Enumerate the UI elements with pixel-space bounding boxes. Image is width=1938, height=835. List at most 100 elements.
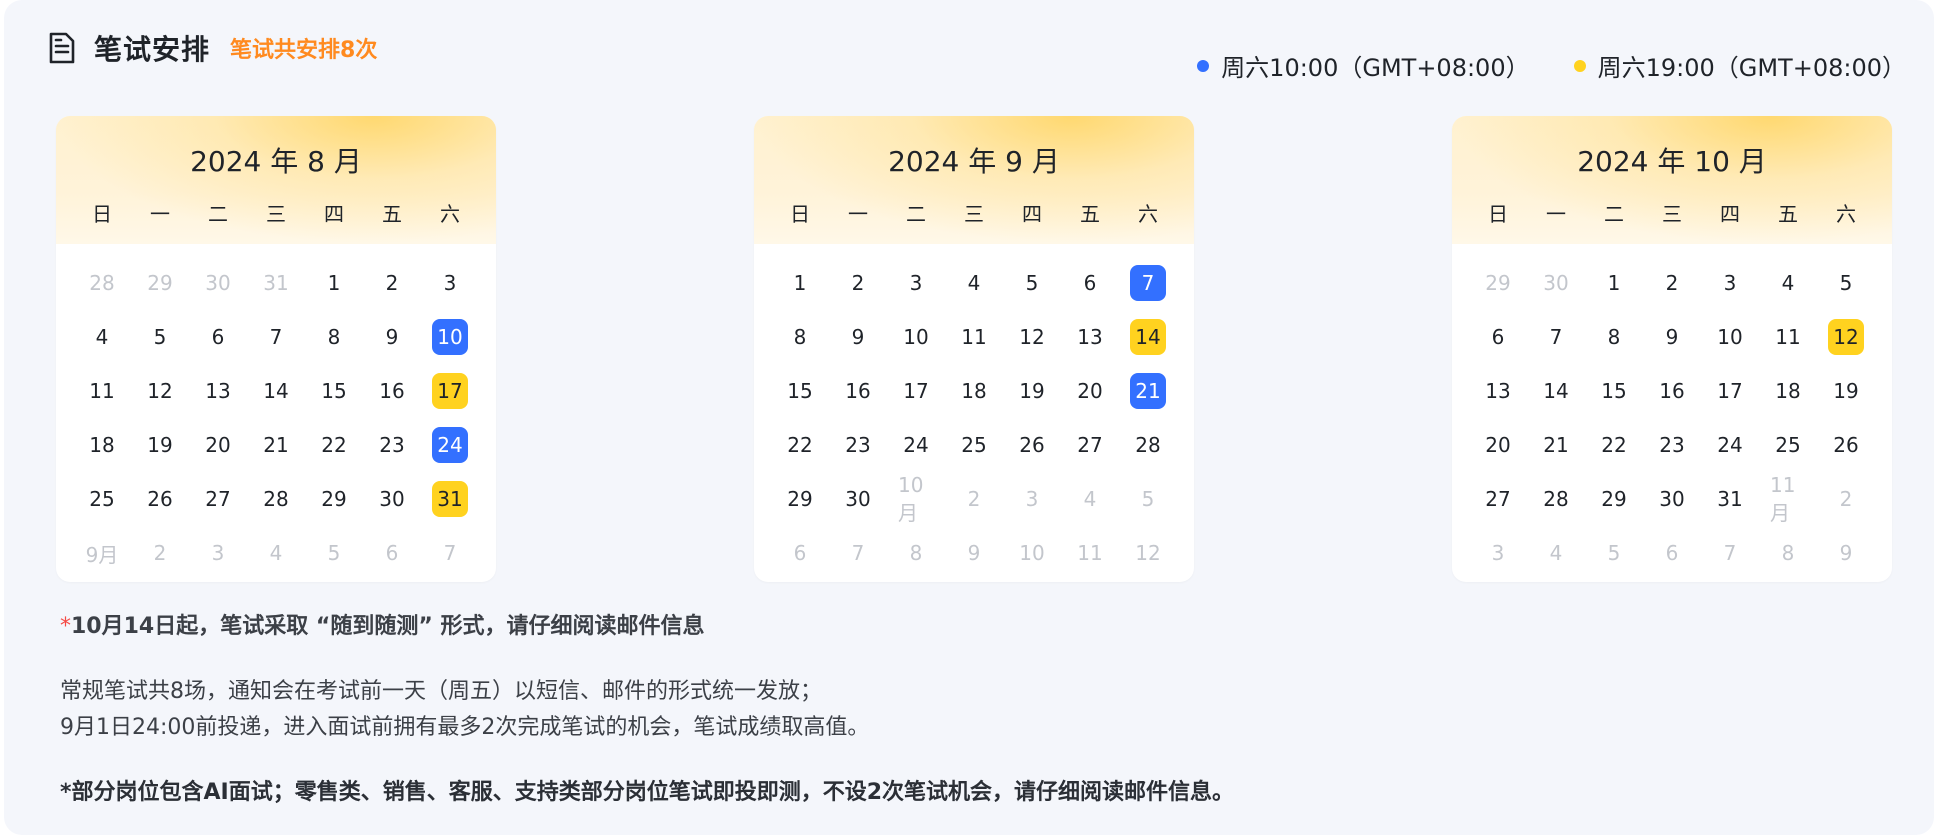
day-number: 12 xyxy=(1019,325,1045,349)
day-cell: 8 xyxy=(1759,526,1817,580)
day-number: 1 xyxy=(1607,271,1621,295)
day-number: 31 xyxy=(263,271,289,295)
day-number: 12 xyxy=(1828,319,1864,355)
day-number: 8 xyxy=(909,541,923,565)
day-number: 10月 xyxy=(898,472,924,525)
day-cell: 7 xyxy=(1701,526,1759,580)
required-star: * xyxy=(60,614,71,639)
day-cell: 25 xyxy=(945,418,1003,472)
day-cell: 5 xyxy=(131,310,189,364)
day-number: 3 xyxy=(1025,487,1039,511)
day-number: 29 xyxy=(787,487,813,511)
day-number: 21 xyxy=(1130,373,1166,409)
day-number: 11月 xyxy=(1770,472,1796,525)
weekday-label: 四 xyxy=(1720,202,1740,226)
weekday-label: 一 xyxy=(1546,202,1566,226)
day-cell: 11 xyxy=(1061,526,1119,580)
day-number: 6 xyxy=(793,541,807,565)
day-cell: 4 xyxy=(1061,472,1119,526)
day-cell: 5 xyxy=(1119,472,1177,526)
day-cell: 2 xyxy=(1643,256,1701,310)
day-number: 23 xyxy=(845,433,871,457)
weekday-label: 二 xyxy=(208,202,228,226)
day-number: 3 xyxy=(211,541,225,565)
day-cell: 15 xyxy=(771,364,829,418)
page-title: 笔试安排 xyxy=(94,33,211,66)
day-number: 20 xyxy=(1077,379,1103,403)
day-number: 4 xyxy=(967,271,981,295)
day-number: 27 xyxy=(205,487,231,511)
exam-day-cell: 31 xyxy=(421,472,479,526)
day-number: 28 xyxy=(263,487,289,511)
day-cell: 12 xyxy=(1119,526,1177,580)
exam-day-cell: 14 xyxy=(1119,310,1177,364)
day-cell: 7 xyxy=(247,310,305,364)
day-number: 31 xyxy=(1717,487,1743,511)
day-cell: 31 xyxy=(247,256,305,310)
weekday-label: 六 xyxy=(440,202,460,226)
day-cell: 10 xyxy=(887,310,945,364)
day-number: 4 xyxy=(95,325,109,349)
day-cell: 5 xyxy=(1003,256,1061,310)
calendar-october: 2024 年 10 月 日一二三四五六 29 30 1 2 3 4 5 6 7 8 9 10 11 12 1… xyxy=(1452,116,1892,582)
day-number: 30 xyxy=(1543,271,1569,295)
day-number: 20 xyxy=(1485,433,1511,457)
day-number: 26 xyxy=(1833,433,1859,457)
day-number: 5 xyxy=(1141,487,1155,511)
day-cell: 5 xyxy=(1585,526,1643,580)
exam-day-cell: 7 xyxy=(1119,256,1177,310)
day-number: 10 xyxy=(1717,325,1743,349)
day-number: 9 xyxy=(851,325,865,349)
day-cell: 10 xyxy=(1003,526,1061,580)
weekday-label: 五 xyxy=(1778,202,1798,226)
description-line: 9月1日24:00前投递，进入面试前拥有最多2次完成笔试的机会，笔试成绩取高值。 xyxy=(60,715,870,740)
day-number: 28 xyxy=(1135,433,1161,457)
exam-day-cell: 12 xyxy=(1817,310,1875,364)
header: 笔试安排 笔试共安排8次 xyxy=(48,28,377,68)
day-number: 6 xyxy=(385,541,399,565)
calendar-august: 2024 年 8 月 日一二三四五六 28 29 30 31 1 2 3 4 5 6 7 8 9 10 11… xyxy=(56,116,496,582)
day-cell: 9 xyxy=(945,526,1003,580)
day-number: 23 xyxy=(379,433,405,457)
day-cell: 9 xyxy=(829,310,887,364)
day-number: 21 xyxy=(263,433,289,457)
legend: 周六10:00（GMT+08:00） 周六19:00（GMT+08:00） xyxy=(1153,48,1906,83)
day-cell: 28 xyxy=(247,472,305,526)
day-number: 19 xyxy=(1833,379,1859,403)
exam-day-cell: 24 xyxy=(421,418,479,472)
day-cell: 27 xyxy=(1061,418,1119,472)
day-cell: 1 xyxy=(1585,256,1643,310)
day-number: 28 xyxy=(1543,487,1569,511)
weekday-label: 四 xyxy=(1022,202,1042,226)
day-number: 6 xyxy=(1665,541,1679,565)
day-cell: 7 xyxy=(1527,310,1585,364)
day-cell: 29 xyxy=(771,472,829,526)
day-cell: 6 xyxy=(1643,526,1701,580)
day-number: 16 xyxy=(1659,379,1685,403)
day-cell: 13 xyxy=(189,364,247,418)
day-cell: 20 xyxy=(1469,418,1527,472)
day-number: 17 xyxy=(1717,379,1743,403)
day-number: 4 xyxy=(1549,541,1563,565)
day-cell: 26 xyxy=(131,472,189,526)
day-number: 17 xyxy=(432,373,468,409)
day-cell: 25 xyxy=(1759,418,1817,472)
yellow-dot-icon xyxy=(1573,59,1586,72)
day-grid: 1 2 3 4 5 6 7 8 9 10 11 12 13 14 15 16 17 18 19 20 21 22 23 24 2… xyxy=(754,256,1194,580)
day-cell: 11 xyxy=(945,310,1003,364)
day-number: 5 xyxy=(327,541,341,565)
day-cell: 15 xyxy=(1585,364,1643,418)
day-cell: 21 xyxy=(1527,418,1585,472)
day-cell: 27 xyxy=(1469,472,1527,526)
day-cell: 2 xyxy=(363,256,421,310)
day-cell: 5 xyxy=(1817,256,1875,310)
day-number: 21 xyxy=(1543,433,1569,457)
day-number: 2 xyxy=(385,271,399,295)
day-number: 2 xyxy=(1839,487,1853,511)
weekday-row: 日一二三四五六 xyxy=(56,198,496,227)
day-cell: 29 xyxy=(1585,472,1643,526)
weekday-label: 日 xyxy=(790,202,810,226)
day-number: 7 xyxy=(1549,325,1563,349)
day-cell: 19 xyxy=(131,418,189,472)
day-number: 18 xyxy=(961,379,987,403)
